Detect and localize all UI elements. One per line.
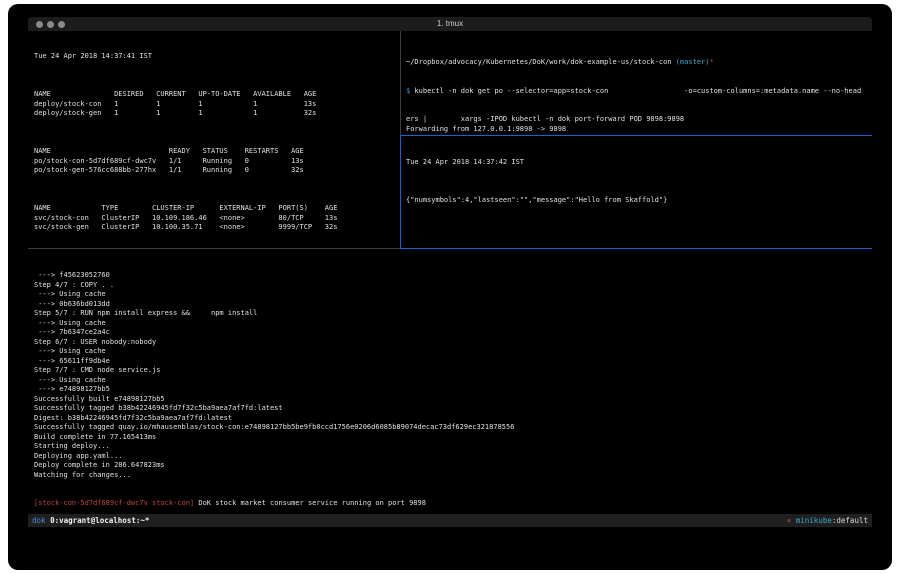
pane-skaffold-build-log[interactable]: ---> f45623052760 Step 4/7 : COPY . . --…	[34, 252, 868, 510]
pane-border-active-top[interactable]	[400, 135, 872, 136]
slide-background: 1. tmux Tue 24 Apr 2018 14:37:41 IST NAM…	[8, 4, 892, 570]
shell-prompt-path: ~/Dropbox/advocacy/Kubernetes/DoK/work/d…	[406, 58, 872, 68]
tmux-window-item[interactable]: 0:vagrant@localhost:~*	[50, 514, 149, 527]
pane-port-forward[interactable]: ~/Dropbox/advocacy/Kubernetes/DoK/work/d…	[406, 39, 872, 133]
pane-border-active-left[interactable]	[400, 135, 401, 249]
pane-border-horizontal-left[interactable]	[28, 248, 400, 249]
kubernetes-helm-icon: ⎈	[787, 514, 796, 527]
kube-namespace: :default	[832, 514, 868, 527]
page-background: { "window": { "title": "1. tmux" }, "lef…	[0, 0, 900, 574]
pods-table: NAME READY STATUS RESTARTS AGE po/stock-…	[34, 147, 400, 176]
git-dirty-flag: *	[709, 58, 713, 66]
pane-border-vertical[interactable]	[400, 31, 401, 135]
current-directory: ~/Dropbox/advocacy/Kubernetes/DoK/work/d…	[406, 58, 676, 66]
window-title: 1. tmux	[28, 17, 872, 31]
deployments-table: NAME DESIRED CURRENT UP-TO-DATE AVAILABL…	[34, 90, 400, 119]
status-bar-right: ⎈ minikube :default	[787, 514, 868, 527]
pod-log-prefix: [stock-con-5d7df689cf-dwc7v stock-con]	[34, 499, 194, 507]
kubectl-port-forward-command: kubectl -n dok get po --selector=app=sto…	[410, 87, 861, 95]
tmux-session: Tue 24 Apr 2018 14:37:41 IST NAME DESIRE…	[28, 31, 872, 514]
curl-timestamp: Tue 24 Apr 2018 14:37:42 IST	[406, 158, 872, 168]
pane-kubectl-watch[interactable]: Tue 24 Apr 2018 14:37:41 IST NAME DESIRE…	[34, 33, 400, 247]
pod-log-message: DoK stock market consumer service runnin…	[194, 499, 426, 507]
port-forward-output: ers | xargs -IPOD kubectl -n dok port-fo…	[406, 115, 872, 133]
docker-build-output: ---> f45623052760 Step 4/7 : COPY . . --…	[34, 271, 868, 480]
watch-timestamp: Tue 24 Apr 2018 14:37:41 IST	[34, 52, 400, 62]
tmux-status-bar: dok 0:vagrant@localhost:~* ⎈ minikube :d…	[28, 514, 872, 527]
pane-curl-output[interactable]: Tue 24 Apr 2018 14:37:42 IST {"numsymbol…	[406, 139, 872, 247]
service-json-response: {"numsymbols":4,"lastseen":"","message":…	[406, 196, 872, 206]
kube-cluster-name: minikube	[796, 514, 832, 527]
terminal-window: 1. tmux Tue 24 Apr 2018 14:37:41 IST NAM…	[28, 17, 872, 531]
window-titlebar: 1. tmux	[28, 17, 872, 31]
git-branch-label: (master)	[676, 58, 710, 66]
pod-log-line: [stock-con-5d7df689cf-dwc7v stock-con] D…	[34, 499, 868, 509]
shell-command-line: $ kubectl -n dok get po --selector=app=s…	[406, 87, 872, 97]
tmux-session-name: dok	[32, 514, 50, 527]
status-bar-left: dok 0:vagrant@localhost:~*	[32, 514, 149, 527]
services-table: NAME TYPE CLUSTER-IP EXTERNAL-IP PORT(S)…	[34, 204, 400, 233]
pane-border-active-bottom[interactable]	[400, 248, 872, 249]
